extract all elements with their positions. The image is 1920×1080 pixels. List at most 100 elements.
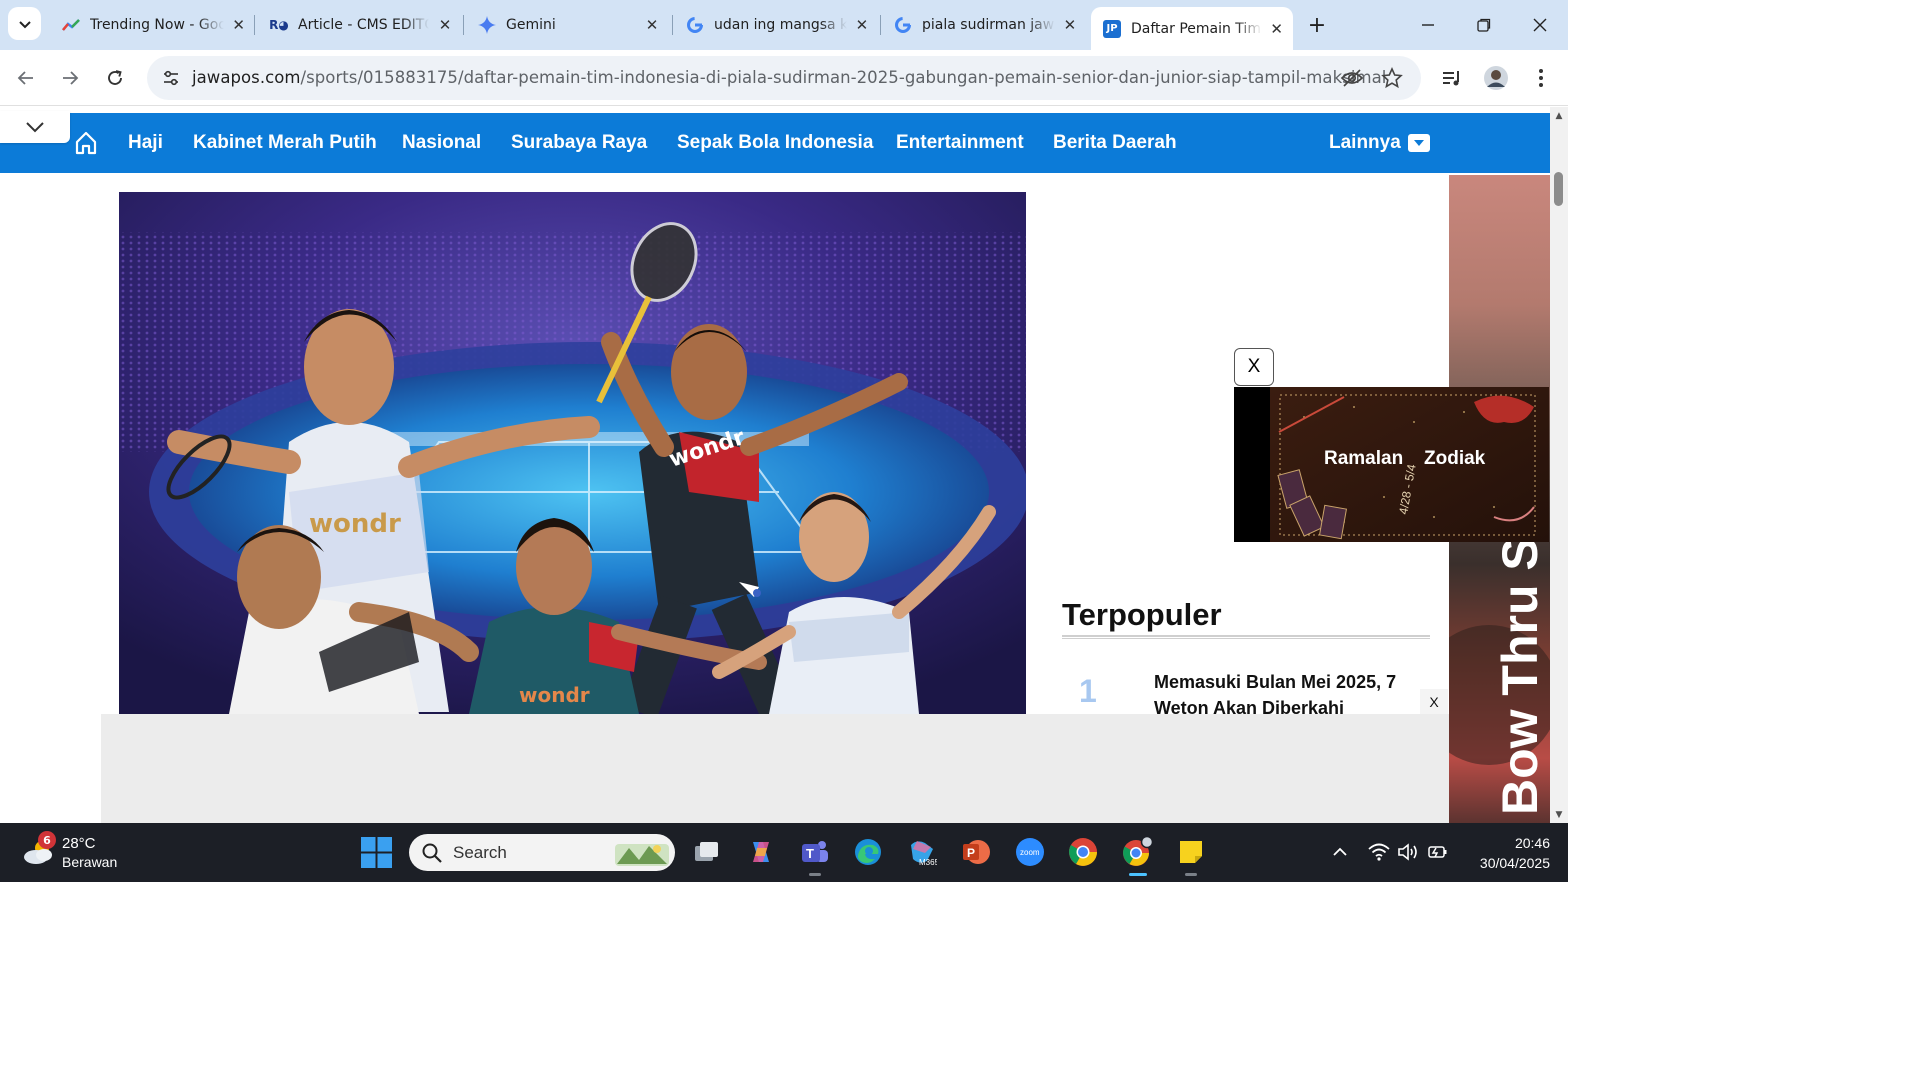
caret-down-icon[interactable]	[1408, 134, 1430, 152]
home-icon[interactable]	[72, 129, 100, 157]
back-button[interactable]	[10, 62, 42, 94]
task-view-button[interactable]	[690, 835, 724, 869]
nav-item-berita-daerah[interactable]: Berita Daerah	[1053, 132, 1177, 154]
powerpoint-app[interactable]: P	[959, 835, 993, 869]
windows-taskbar: 6 28°C Berawan Search T M365 P zoom 20:4…	[0, 823, 1568, 882]
url-domain: jawapos.com	[192, 68, 301, 87]
chrome-app[interactable]	[1066, 835, 1100, 869]
edge-icon	[855, 839, 881, 865]
zodiac-ad-banner[interactable]: Ramalan Zodiak 4/28 - 5/4	[1234, 387, 1549, 542]
nav-item-kabinet-merah-putih[interactable]: Kabinet Merah Putih	[193, 132, 377, 154]
nav-item-sepak-bola-indonesia[interactable]: Sepak Bola Indonesia	[677, 132, 873, 154]
minimize-icon	[1422, 24, 1434, 26]
m365-app[interactable]: M365	[905, 835, 939, 869]
tab-trending-now[interactable]: Trending Now - Google Trends ✕	[50, 7, 255, 43]
forward-button[interactable]	[54, 62, 86, 94]
close-icon[interactable]: ✕	[1063, 16, 1077, 34]
m365-icon: M365	[911, 841, 937, 867]
taskbar-search[interactable]: Search	[409, 834, 675, 871]
cms-icon: R◕	[269, 18, 289, 32]
scroll-up-icon[interactable]: ▲	[1553, 110, 1565, 122]
reload-button[interactable]	[99, 62, 131, 94]
zodiac-ad-close-button[interactable]: X	[1234, 348, 1274, 386]
google-icon	[894, 16, 912, 34]
svg-text:P: P	[967, 846, 975, 860]
gemini-icon	[478, 16, 496, 34]
close-icon[interactable]: ✕	[643, 16, 661, 34]
teams-app[interactable]: T	[798, 835, 832, 876]
close-window-button[interactable]	[1512, 0, 1568, 50]
edge-app[interactable]	[851, 835, 885, 869]
collapse-header-button[interactable]	[0, 111, 70, 143]
tab-udan-ing-mangsa[interactable]: udan ing mangsa ketiga ✕	[674, 7, 879, 43]
wifi-icon[interactable]	[1367, 840, 1391, 864]
tab-gemini[interactable]: Gemini ✕	[466, 7, 671, 43]
close-icon[interactable]: ✕	[232, 16, 245, 34]
jersey-logo-text: wondr	[309, 509, 401, 539]
restore-button[interactable]	[1456, 0, 1512, 50]
url-text[interactable]: jawapos.com/sports/015883175/daftar-pema…	[192, 68, 1386, 87]
running-indicator	[1129, 873, 1147, 876]
jersey-logo-text: wondr	[519, 683, 590, 707]
bottom-ad-close-button[interactable]: X	[1420, 689, 1448, 714]
tune-icon	[164, 70, 178, 86]
sticky-notes-app[interactable]	[1174, 835, 1208, 876]
page-scrollbar[interactable]: ▲ ▼	[1550, 107, 1568, 823]
powerpoint-icon: P	[963, 840, 990, 864]
nav-item-entertainment[interactable]: Entertainment	[896, 132, 1024, 154]
weather-widget[interactable]: 6 28°C Berawan	[18, 831, 158, 875]
copilot-icon	[753, 842, 769, 862]
clock-date: 30/04/2025	[1479, 855, 1550, 871]
battery-charging-icon[interactable]	[1426, 840, 1450, 864]
chevron-down-icon	[26, 122, 44, 133]
tab-piala-sudirman[interactable]: piala sudirman jawa pos ✕	[882, 7, 1087, 43]
svg-text:T: T	[806, 846, 814, 861]
start-button[interactable]	[361, 837, 392, 868]
tab-search-button[interactable]	[8, 7, 41, 40]
scroll-down-icon[interactable]: ▼	[1553, 809, 1565, 821]
system-clock[interactable]: 20:46 30/04/2025	[1460, 833, 1550, 873]
svg-text:M365: M365	[919, 858, 937, 867]
site-info-button[interactable]	[155, 62, 187, 94]
close-icon[interactable]: ✕	[437, 16, 453, 34]
chevron-up-icon[interactable]	[1328, 840, 1352, 864]
search-highlight-icon	[615, 844, 669, 866]
minimize-button[interactable]	[1400, 0, 1456, 50]
nav-item-haji[interactable]: Haji	[128, 132, 163, 154]
article-hero-image[interactable]: wondr wondr wondr	[119, 192, 1026, 714]
nav-item-lainnya[interactable]: Lainnya	[1329, 132, 1401, 154]
tracking-protection-icon[interactable]	[1340, 66, 1364, 90]
site-nav-bar: Haji Kabinet Merah Putih Nasional Suraba…	[0, 113, 1550, 173]
bottom-sticky-ad[interactable]	[101, 714, 1449, 823]
google-trends-icon	[62, 16, 80, 34]
close-icon[interactable]: ✕	[855, 16, 869, 34]
profile-avatar-icon[interactable]	[1482, 64, 1510, 92]
media-controls-icon[interactable]	[1438, 64, 1466, 92]
tab-title: udan ing mangsa ketiga	[714, 17, 847, 33]
tab-cms-editor[interactable]: R◕ Article - CMS EDITOR ✕	[258, 7, 463, 43]
tab-daftar-pemain[interactable]: JP Daftar Pemain Tim Indonesia ✕	[1091, 7, 1293, 50]
popular-heading: Terpopuler	[1062, 597, 1222, 632]
bookmark-star-icon[interactable]	[1380, 66, 1404, 90]
chrome-profile-app[interactable]	[1120, 835, 1154, 876]
new-tab-button[interactable]: +	[1297, 0, 1337, 50]
tab-title: Daftar Pemain Tim Indonesia	[1131, 20, 1262, 37]
teams-icon: T	[802, 841, 828, 862]
scrollbar-thumb[interactable]	[1554, 172, 1563, 206]
task-view-icon	[695, 842, 718, 861]
copilot-app[interactable]	[744, 835, 778, 869]
tab-separator	[880, 15, 881, 35]
nav-item-nasional[interactable]: Nasional	[402, 132, 481, 154]
close-icon	[1533, 18, 1547, 32]
address-bar[interactable]: jawapos.com/sports/015883175/daftar-pema…	[147, 56, 1421, 100]
kebab-menu-icon[interactable]	[1527, 64, 1555, 92]
zoom-app[interactable]: zoom	[1013, 835, 1047, 869]
zodiac-title-right: Zodiak	[1424, 448, 1486, 469]
plus-icon: +	[1307, 12, 1327, 38]
reload-icon	[108, 70, 122, 85]
restore-icon	[1477, 18, 1491, 32]
nav-item-surabaya-raya[interactable]: Surabaya Raya	[511, 132, 647, 154]
zodiac-title-left: Ramalan	[1324, 448, 1403, 469]
close-icon[interactable]: ✕	[1270, 20, 1283, 38]
volume-icon[interactable]	[1396, 840, 1420, 864]
